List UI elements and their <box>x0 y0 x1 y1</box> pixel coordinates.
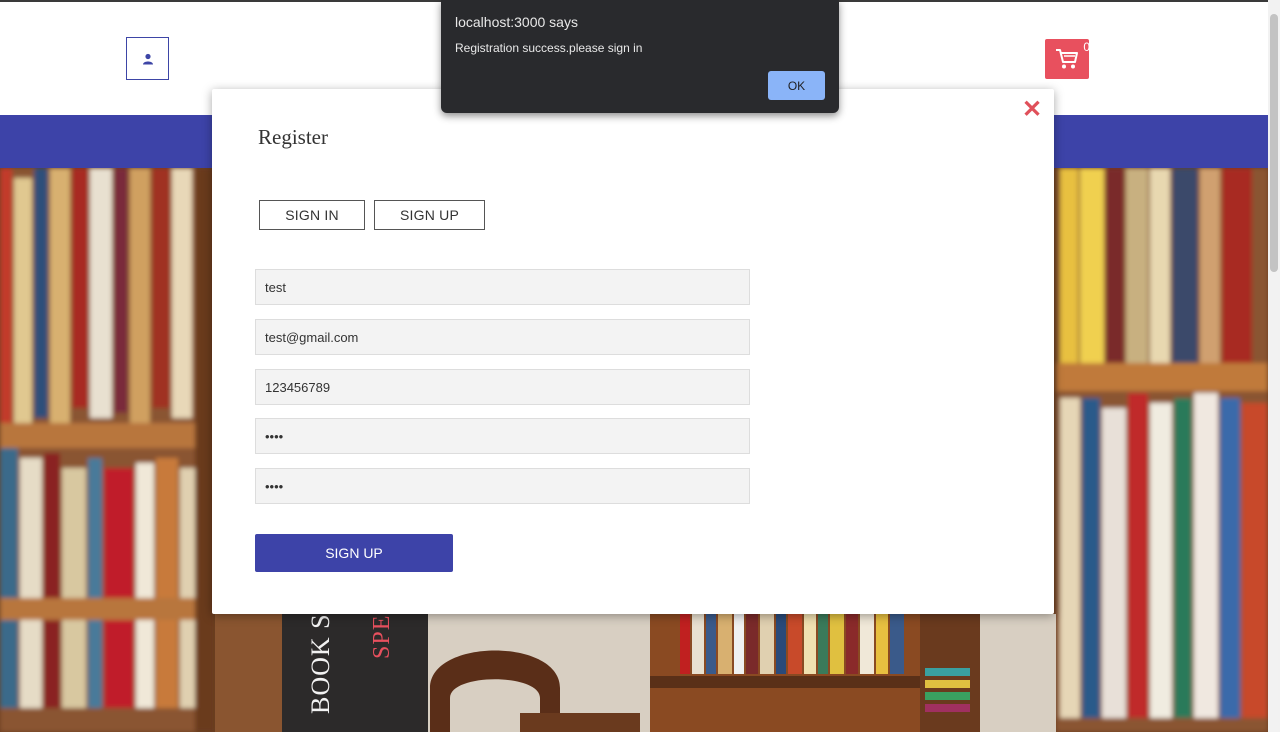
cart-icon <box>1056 49 1078 69</box>
book-sign: BOOK S SPE <box>282 614 428 732</box>
password-field[interactable]: •••• <box>255 418 750 454</box>
tab-sign-in[interactable]: SIGN IN <box>259 200 365 230</box>
scrollbar-thumb[interactable] <box>1270 14 1278 272</box>
email-field[interactable]: test@gmail.com <box>255 319 750 355</box>
alert-message: Registration success.please sign in <box>455 41 643 55</box>
account-button[interactable] <box>126 37 169 80</box>
phone-field[interactable]: 123456789 <box>255 369 750 405</box>
cart-button[interactable]: 0 <box>1045 39 1090 79</box>
sign-up-button[interactable]: SIGN UP <box>255 534 453 572</box>
alert-ok-button[interactable]: OK <box>768 71 825 100</box>
username-field[interactable]: test <box>255 269 750 305</box>
book-sign-red-text: SPE <box>369 614 395 659</box>
book-sign-text: BOOK S <box>306 614 335 714</box>
register-modal: Register ✕ SIGN IN SIGN UP test test@gma… <box>212 89 1054 614</box>
alert-title: localhost:3000 says <box>455 14 578 30</box>
modal-title: Register <box>258 125 328 149</box>
cart-count-badge: 0 <box>1083 40 1090 54</box>
confirm-password-field[interactable]: •••• <box>255 468 750 504</box>
browser-alert-dialog: localhost:3000 says Registration success… <box>441 0 839 113</box>
close-icon[interactable]: ✕ <box>1020 97 1044 123</box>
tab-sign-up[interactable]: SIGN UP <box>374 200 485 230</box>
user-icon <box>142 53 153 64</box>
